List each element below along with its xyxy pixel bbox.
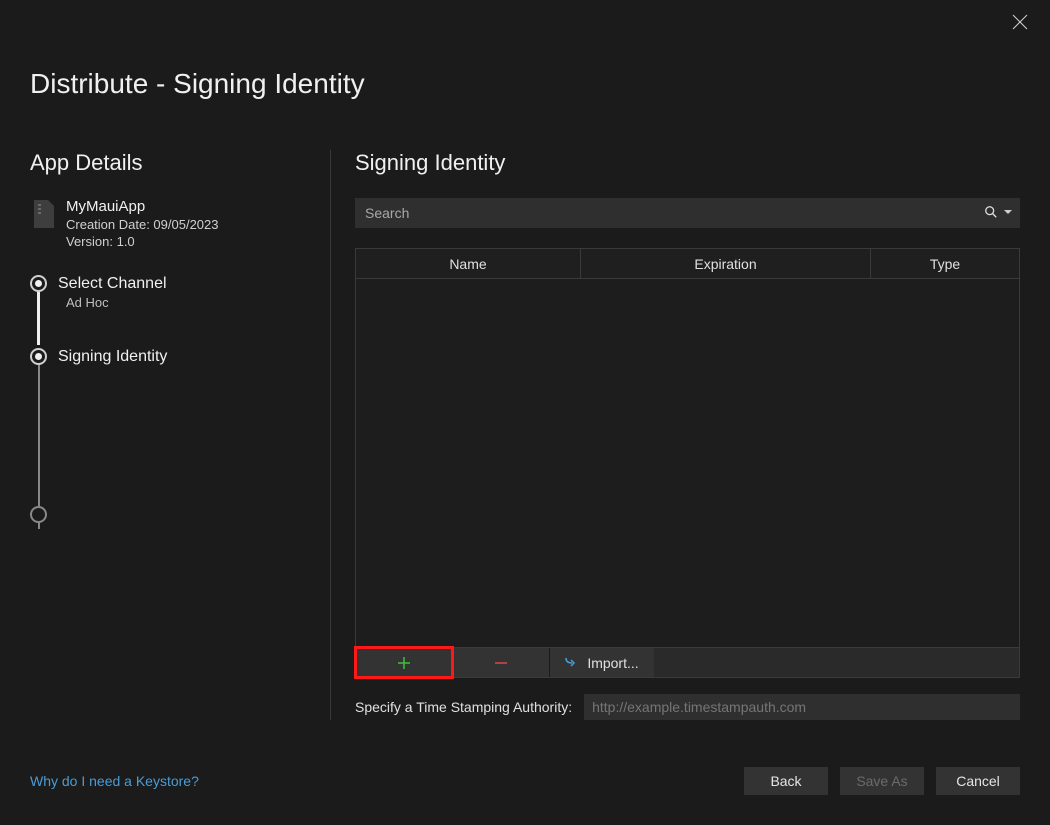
step-select-channel-sub: Ad Hoc — [66, 295, 330, 310]
step-signing-identity[interactable]: Signing Identity — [58, 348, 330, 366]
app-details-heading: App Details — [30, 150, 330, 176]
vertical-divider — [330, 150, 331, 720]
column-header-type[interactable]: Type — [871, 249, 1019, 278]
plus-icon — [398, 657, 410, 669]
step-connector-line — [38, 349, 40, 529]
timestamp-authority-input[interactable] — [584, 694, 1020, 720]
keystore-help-link[interactable]: Why do I need a Keystore? — [30, 773, 199, 789]
caret-down-icon[interactable] — [1004, 210, 1012, 214]
page-title: Distribute - Signing Identity — [30, 68, 365, 100]
column-header-expiration[interactable]: Expiration — [581, 249, 871, 278]
import-identity-button[interactable]: Import... — [550, 648, 654, 677]
main-content: App Details MyMauiApp Creation Date: 09/… — [30, 150, 1020, 720]
grid-toolbar: Import... — [356, 647, 1019, 677]
back-button[interactable]: Back — [744, 767, 828, 795]
timestamp-authority-row: Specify a Time Stamping Authority: — [355, 694, 1020, 720]
step-connector-line — [37, 287, 40, 345]
app-creation-date: Creation Date: 09/05/2023 — [66, 217, 219, 232]
grid-header: Name Expiration Type — [356, 249, 1019, 279]
close-button[interactable] — [1012, 14, 1028, 30]
step-select-channel[interactable]: Select Channel Ad Hoc — [58, 275, 330, 310]
step-select-channel-title: Select Channel — [58, 275, 330, 293]
signing-identity-heading: Signing Identity — [355, 150, 1020, 176]
step-signing-identity-title: Signing Identity — [58, 348, 330, 366]
left-panel: App Details MyMauiApp Creation Date: 09/… — [30, 150, 330, 720]
timestamp-authority-label: Specify a Time Stamping Authority: — [355, 699, 572, 715]
search-field-wrapper — [355, 198, 1020, 228]
column-header-name[interactable]: Name — [356, 249, 581, 278]
app-name: MyMauiApp — [66, 198, 219, 215]
import-arrow-icon — [565, 657, 579, 669]
import-button-label: Import... — [587, 655, 638, 671]
step-future — [58, 506, 330, 526]
minus-icon — [495, 657, 507, 669]
grid-body-empty[interactable] — [356, 279, 1019, 647]
add-identity-button[interactable] — [356, 648, 453, 677]
app-summary: MyMauiApp Creation Date: 09/05/2023 Vers… — [30, 198, 330, 249]
cancel-button[interactable]: Cancel — [936, 767, 1020, 795]
step-dot-empty-icon — [30, 506, 47, 523]
search-icon[interactable] — [984, 205, 998, 219]
close-icon — [1012, 14, 1028, 30]
identity-grid: Name Expiration Type — [355, 248, 1020, 678]
archive-icon — [30, 200, 54, 228]
remove-identity-button[interactable] — [453, 648, 550, 677]
search-input[interactable] — [365, 205, 986, 221]
footer: Why do I need a Keystore? Back Save As C… — [30, 767, 1020, 795]
footer-buttons: Back Save As Cancel — [744, 767, 1020, 795]
app-version: Version: 1.0 — [66, 234, 219, 249]
step-dot-icon — [30, 275, 47, 292]
step-dot-icon — [30, 348, 47, 365]
wizard-steps: Select Channel Ad Hoc Signing Identity — [30, 275, 330, 526]
toolbar-spacer — [654, 648, 1019, 677]
save-as-button[interactable]: Save As — [840, 767, 924, 795]
right-panel: Signing Identity Name Expiration Type — [355, 150, 1020, 720]
